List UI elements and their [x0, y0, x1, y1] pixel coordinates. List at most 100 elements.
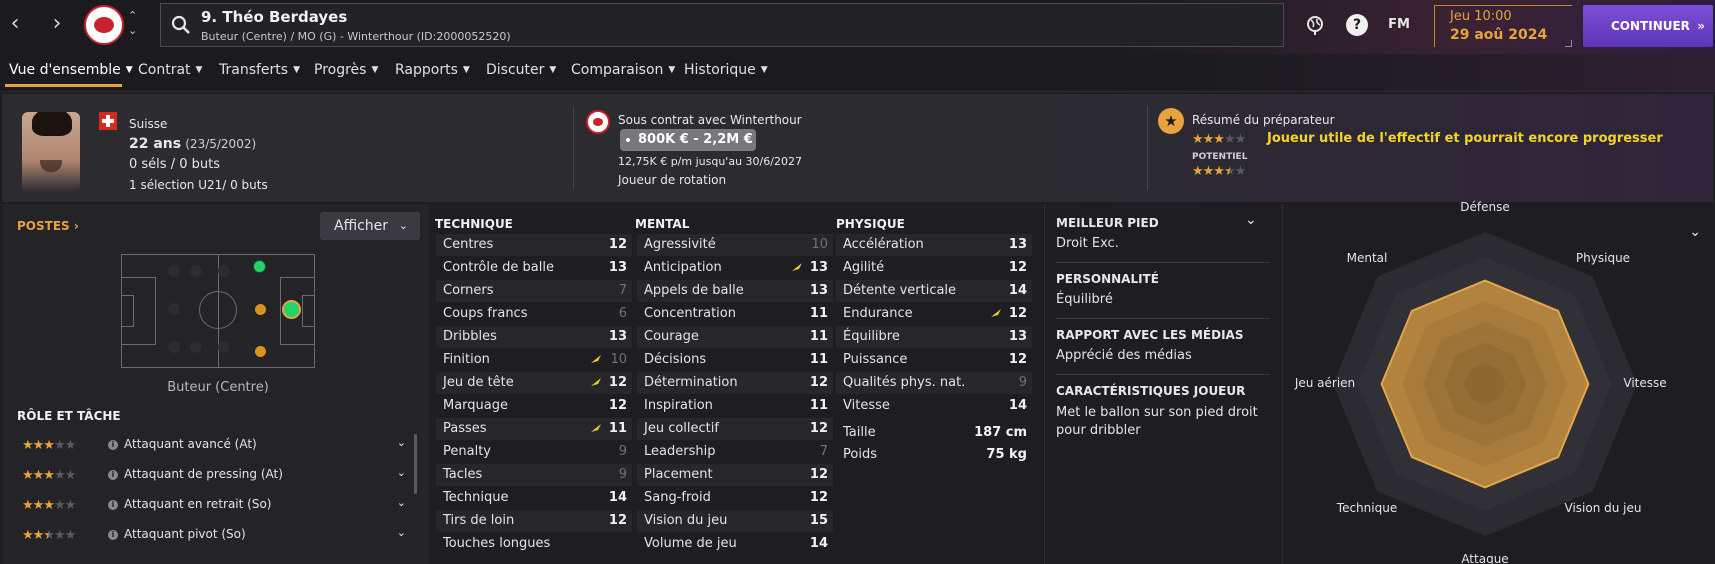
- date-of-birth: (23/5/2002): [185, 137, 257, 151]
- chevron-down-icon[interactable]: ⌄: [397, 436, 406, 449]
- position-aml-dot[interactable]: [255, 346, 266, 357]
- attribute-name: Agilité: [843, 260, 885, 275]
- attribute-row[interactable]: Vision du jeu 15: [637, 510, 833, 532]
- date-display[interactable]: Jeu 10:00 29 aoû 2024: [1434, 5, 1572, 47]
- tab-contract[interactable]: Contrat ▼: [138, 62, 202, 78]
- position-amr-dot[interactable]: [253, 260, 266, 273]
- attribute-row[interactable]: Qualités phys. nat. 9: [836, 372, 1032, 394]
- position-st-dot[interactable]: [282, 300, 301, 319]
- chevron-down-icon[interactable]: ⌄: [397, 466, 406, 479]
- forward-arrow-icon[interactable]: ›: [45, 10, 69, 38]
- positions-title[interactable]: POSTES ›: [17, 219, 79, 233]
- international-caps: 0 séls / 0 buts: [129, 157, 220, 172]
- player-search-bar[interactable]: 9. Théo Berdayes Buteur (Centre) / MO (G…: [160, 3, 1284, 47]
- chevron-down-icon[interactable]: ⌄: [1245, 212, 1257, 228]
- help-icon[interactable]: ?: [1346, 14, 1368, 36]
- attribute-row[interactable]: Anticipation 13: [637, 257, 833, 279]
- attribute-row[interactable]: Accélération 13: [836, 234, 1032, 256]
- attribute-row[interactable]: Marquage 12: [436, 395, 632, 417]
- attribute-name: Équilibre: [843, 329, 900, 344]
- attribute-name: Technique: [443, 490, 509, 505]
- tab-comparison[interactable]: Comparaison ▼: [571, 62, 675, 78]
- attribute-row[interactable]: Appels de balle 13: [637, 280, 833, 302]
- attribute-row[interactable]: Tirs de loin 12: [436, 510, 632, 532]
- tab-reports[interactable]: Rapports ▼: [395, 62, 470, 78]
- attribute-row[interactable]: Penalty 9: [436, 441, 632, 463]
- attribute-row[interactable]: Courage 11: [637, 326, 833, 348]
- attribute-value: 12: [608, 513, 627, 528]
- attribute-row[interactable]: Sang-froid 12: [637, 487, 833, 509]
- tab-progress[interactable]: Progrès ▼: [314, 62, 378, 78]
- role-row[interactable]: ★★★★★ i Attaquant en retrait (So) ⌄: [20, 493, 406, 519]
- positions-title-label: POSTES: [17, 219, 70, 233]
- attribute-row[interactable]: Endurance 12: [836, 303, 1032, 325]
- info-icon[interactable]: i: [108, 500, 118, 510]
- attribute-row[interactable]: Jeu collectif 12: [637, 418, 833, 440]
- role-stars: ★★★★★: [22, 438, 76, 453]
- attribute-row[interactable]: Détermination 12: [637, 372, 833, 394]
- attribute-row[interactable]: Décisions 11: [637, 349, 833, 371]
- roles-scrollbar[interactable]: [414, 434, 417, 494]
- value-range-badge[interactable]: 800K € - 2,2M €: [620, 129, 756, 151]
- attribute-name: Marquage: [443, 398, 509, 413]
- attribute-row[interactable]: Finition 10: [436, 349, 632, 371]
- attribute-row[interactable]: Volume de jeu 14: [637, 533, 833, 555]
- position-amc-dot[interactable]: [255, 304, 266, 315]
- back-arrow-icon[interactable]: ‹: [3, 10, 27, 38]
- attribute-row[interactable]: Coups francs 6: [436, 303, 632, 325]
- role-stars: ★★★★★: [22, 528, 76, 543]
- attribute-row[interactable]: Placement 12: [637, 464, 833, 486]
- search-icon[interactable]: [171, 15, 191, 35]
- role-row[interactable]: ★★★★★ i Attaquant pivot (So) ⌄: [20, 523, 406, 549]
- attribute-value: 7: [618, 283, 627, 298]
- chevron-down-icon[interactable]: ⌄: [397, 496, 406, 509]
- info-icon[interactable]: i: [108, 530, 118, 540]
- position-name: Buteur (Centre): [167, 380, 269, 395]
- wage-info: 12,75K € p/m jusqu'au 30/6/2027: [618, 155, 802, 168]
- attribute-row[interactable]: Tacles 9: [436, 464, 632, 486]
- attribute-row[interactable]: Technique 14: [436, 487, 632, 509]
- attribute-row[interactable]: Dribbles 13: [436, 326, 632, 348]
- continue-button[interactable]: CONTINUER »: [1583, 5, 1713, 47]
- attribute-value: 75 kg: [986, 447, 1027, 462]
- info-icon[interactable]: i: [108, 470, 118, 480]
- attribute-row[interactable]: Leadership 7: [637, 441, 833, 463]
- attribute-row[interactable]: Agressivité 10: [637, 234, 833, 256]
- club-crest-icon[interactable]: [84, 5, 124, 45]
- attribute-value: 12: [1008, 260, 1027, 275]
- attribute-name: Concentration: [644, 306, 736, 321]
- player-updown-icon[interactable]: ⌃ ⌄: [128, 8, 137, 38]
- info-icon[interactable]: i: [108, 440, 118, 450]
- attribute-row[interactable]: Contrôle de balle 13: [436, 257, 632, 279]
- attribute-row[interactable]: Détente verticale 14: [836, 280, 1032, 302]
- role-row[interactable]: ★★★★★ i Attaquant avancé (At) ⌄: [20, 433, 406, 459]
- mental-title: MENTAL: [635, 217, 690, 231]
- tab-discuss[interactable]: Discuter ▼: [486, 62, 556, 78]
- attribute-row[interactable]: Touches longues: [436, 533, 632, 555]
- continue-label: CONTINUER: [1611, 19, 1690, 33]
- attribute-row[interactable]: Passes 11: [436, 418, 632, 440]
- attribute-value: 10: [610, 352, 627, 367]
- attribute-row[interactable]: Vitesse 14: [836, 395, 1032, 417]
- attribute-row[interactable]: Concentration 11: [637, 303, 833, 325]
- attribute-row[interactable]: Puissance 12: [836, 349, 1032, 371]
- attribute-row[interactable]: Centres 12: [436, 234, 632, 256]
- role-row[interactable]: ★★★★★ i Attaquant de pressing (At) ⌄: [20, 463, 406, 489]
- tab-history[interactable]: Historique ▼: [684, 62, 768, 78]
- afficher-dropdown[interactable]: Afficher ⌄: [320, 212, 420, 240]
- attribute-row[interactable]: Équilibre 13: [836, 326, 1032, 348]
- attribute-row[interactable]: Inspiration 11: [637, 395, 833, 417]
- attribute-name: Endurance: [843, 306, 913, 321]
- fm-logo-icon[interactable]: FM: [1388, 14, 1410, 36]
- attribute-row[interactable]: Agilité 12: [836, 257, 1032, 279]
- attribute-row[interactable]: Jeu de tête 12: [436, 372, 632, 394]
- radar-axis-label: Mental: [1346, 251, 1388, 265]
- age-line: 22 ans (23/5/2002): [129, 136, 256, 152]
- globe-icon[interactable]: [1304, 14, 1326, 36]
- player-title: 9. Théo Berdayes: [201, 8, 348, 26]
- attribute-row[interactable]: Corners 7: [436, 280, 632, 302]
- tab-overview[interactable]: Vue d'ensemble ▼: [9, 62, 133, 78]
- tab-transfers[interactable]: Transferts ▼: [219, 62, 300, 78]
- attribute-name: Coups francs: [443, 306, 528, 321]
- chevron-down-icon[interactable]: ⌄: [397, 526, 406, 539]
